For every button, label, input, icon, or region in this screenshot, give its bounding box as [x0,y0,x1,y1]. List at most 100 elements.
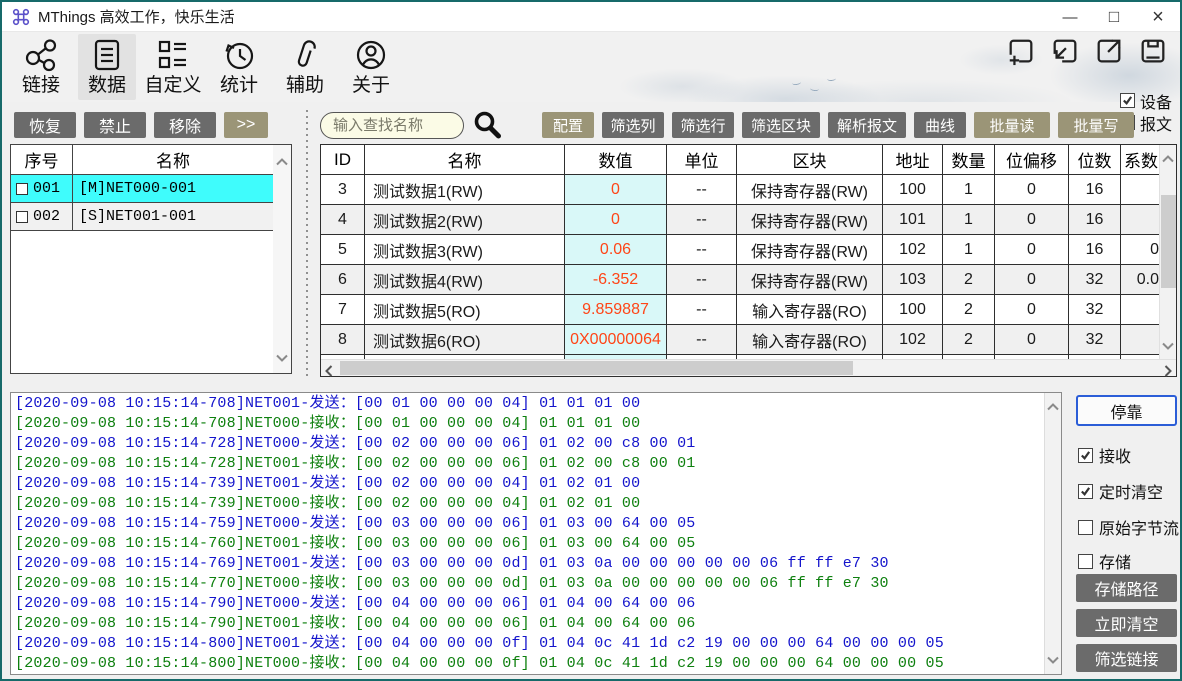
table-row[interactable]: 6测试数据4(RW)-6.352--保持寄存器(RW)10320320.0 [321,265,1159,295]
storage-checkbox[interactable]: 存储 [1078,549,1131,573]
table-cell-value: 0 [565,205,667,234]
maximize-button[interactable]: □ [1092,2,1136,32]
row-checkbox[interactable] [16,211,28,223]
storage-path-button[interactable]: 存储路径 [1076,574,1177,602]
table-cell-coef [1121,205,1159,234]
column-header[interactable]: 单位 [667,145,737,174]
raw-bytes-checkbox[interactable]: 原始字节流 [1078,515,1179,539]
toolbar-item-stats[interactable]: 统计 [210,34,268,100]
dock-button[interactable]: 停靠 [1076,395,1177,426]
device-checkbox[interactable]: 设备 [1120,90,1172,111]
remove-button[interactable]: 移除 [154,112,216,138]
receive-checkbox[interactable]: 接收 [1078,443,1131,467]
table-row[interactable]: 3测试数据1(RW)0--保持寄存器(RW)1001016 [321,175,1159,205]
row-checkbox[interactable] [16,183,28,195]
column-header[interactable]: 地址 [883,145,943,174]
table-cell-coef [1121,295,1159,324]
scroll-down-icon[interactable] [276,349,288,367]
table-cell-unit: -- [667,295,737,324]
toolbar-item-data[interactable]: 数据 [78,34,136,100]
data-table-vertical-scrollbar[interactable] [1159,145,1176,360]
table-row[interactable]: 4测试数据2(RW)0--保持寄存器(RW)1011016 [321,205,1159,235]
batch-read-button[interactable]: 批量读 [974,112,1050,138]
toolbar-item-assist[interactable]: 辅助 [276,34,334,100]
column-header[interactable]: 位偏移 [995,145,1069,174]
data-table-horizontal-scrollbar[interactable] [321,359,1176,376]
toolbar-item-about[interactable]: 关于 [342,34,400,100]
device-row[interactable]: 002[S]NET001-001 [11,203,273,231]
filter-links-button[interactable]: 筛选链接 [1076,644,1177,672]
log-scrollbar[interactable] [1044,393,1061,674]
scroll-up-icon[interactable] [1162,150,1174,168]
device-name: [S]NET001-001 [79,208,196,225]
table-cell-qty: 1 [943,175,995,204]
device-table-scrollbar[interactable] [273,145,291,373]
panel-splitter[interactable] [306,110,308,376]
table-cell-unit: -- [667,265,737,294]
timed-clear-checkbox[interactable]: 定时清空 [1078,479,1163,503]
close-button[interactable]: × [1136,2,1180,32]
export-icon[interactable] [1094,36,1124,71]
device-button-row: 恢复 禁止 移除 >> [14,112,268,138]
scroll-up-icon[interactable] [276,153,288,171]
toolbar-item-link[interactable]: 链接 [12,34,70,100]
table-cell-offset: 0 [995,205,1069,234]
table-row[interactable]: 5测试数据3(RW)0.06--保持寄存器(RW)10210160 [321,235,1159,265]
column-header[interactable]: 系数 [1121,145,1159,174]
scrollbar-thumb[interactable] [1161,195,1176,288]
log-line: [2020-09-08 10:15:14-770]NET000-接收：[00 0… [15,574,1041,594]
table-row[interactable]: 7测试数据5(RO)9.859887--输入寄存器(RO)1002032 [321,295,1159,325]
column-header[interactable]: 位数 [1069,145,1121,174]
table-cell-bits: 16 [1069,235,1121,264]
table-cell-coef [1121,175,1159,204]
column-header[interactable]: 名称 [365,145,565,174]
config-button[interactable]: 配置 [542,112,594,138]
filter-blocks-button[interactable]: 筛选区块 [742,112,820,138]
table-cell-offset: 0 [995,295,1069,324]
table-cell-name: 测试数据6(RO) [365,325,565,354]
table-cell-addr: 100 [883,295,943,324]
scrollbar-thumb[interactable] [340,361,853,375]
column-header[interactable]: 数量 [943,145,995,174]
app-logo-icon [12,8,30,26]
log-output[interactable]: [2020-09-08 10:15:14-708]NET001-发送：[00 0… [15,394,1041,673]
clear-now-button[interactable]: 立即清空 [1076,609,1177,637]
table-cell-block: 保持寄存器(RW) [737,175,883,204]
column-header[interactable]: 数值 [565,145,667,174]
column-header[interactable]: 区块 [737,145,883,174]
scroll-down-icon[interactable] [1162,337,1174,355]
log-line: [2020-09-08 10:15:14-728]NET000-发送：[00 0… [15,434,1041,454]
parse-message-button[interactable]: 解析报文 [828,112,906,138]
filter-rows-button[interactable]: 筛选行 [672,112,734,138]
scroll-right-icon[interactable] [1164,364,1172,382]
table-cell-name: 测试数据1(RW) [365,175,565,204]
table-cell-id: 4 [321,205,365,234]
minimize-button[interactable]: — [1048,2,1092,32]
new-window-icon[interactable] [1006,36,1036,71]
device-row[interactable]: 001[M]NET000-001 [11,175,273,203]
search-icon[interactable] [472,110,502,140]
log-line: [2020-09-08 10:15:14-769]NET001-发送：[00 0… [15,554,1041,574]
column-header-num: 序号 [11,145,73,174]
curve-button[interactable]: 曲线 [914,112,966,138]
log-line: [2020-09-08 10:15:14-728]NET001-接收：[00 0… [15,454,1041,474]
search-input[interactable] [320,112,464,139]
scroll-up-icon[interactable] [1047,398,1059,416]
table-row[interactable]: 8测试数据6(RO)0X00000064--输入寄存器(RO)1022032 [321,325,1159,355]
share-nodes-icon [23,37,59,73]
table-cell-block: 保持寄存器(RW) [737,205,883,234]
restore-button[interactable]: 恢复 [14,112,76,138]
disable-button[interactable]: 禁止 [84,112,146,138]
scroll-down-icon[interactable] [1047,651,1059,669]
column-header[interactable]: ID [321,145,365,174]
filter-columns-button[interactable]: 筛选列 [602,112,664,138]
log-line: [2020-09-08 10:15:14-790]NET001-接收：[00 0… [15,614,1041,634]
expand-button[interactable]: >> [224,112,268,138]
toolbar-item-custom[interactable]: 自定义 [144,34,202,100]
checkbox-box [1078,520,1093,535]
save-icon[interactable] [1138,36,1168,71]
scroll-left-icon[interactable] [325,364,333,382]
batch-write-button[interactable]: 批量写 [1058,112,1134,138]
log-line: [2020-09-08 10:15:14-708]NET001-发送：[00 0… [15,394,1041,414]
import-icon[interactable] [1050,36,1080,71]
